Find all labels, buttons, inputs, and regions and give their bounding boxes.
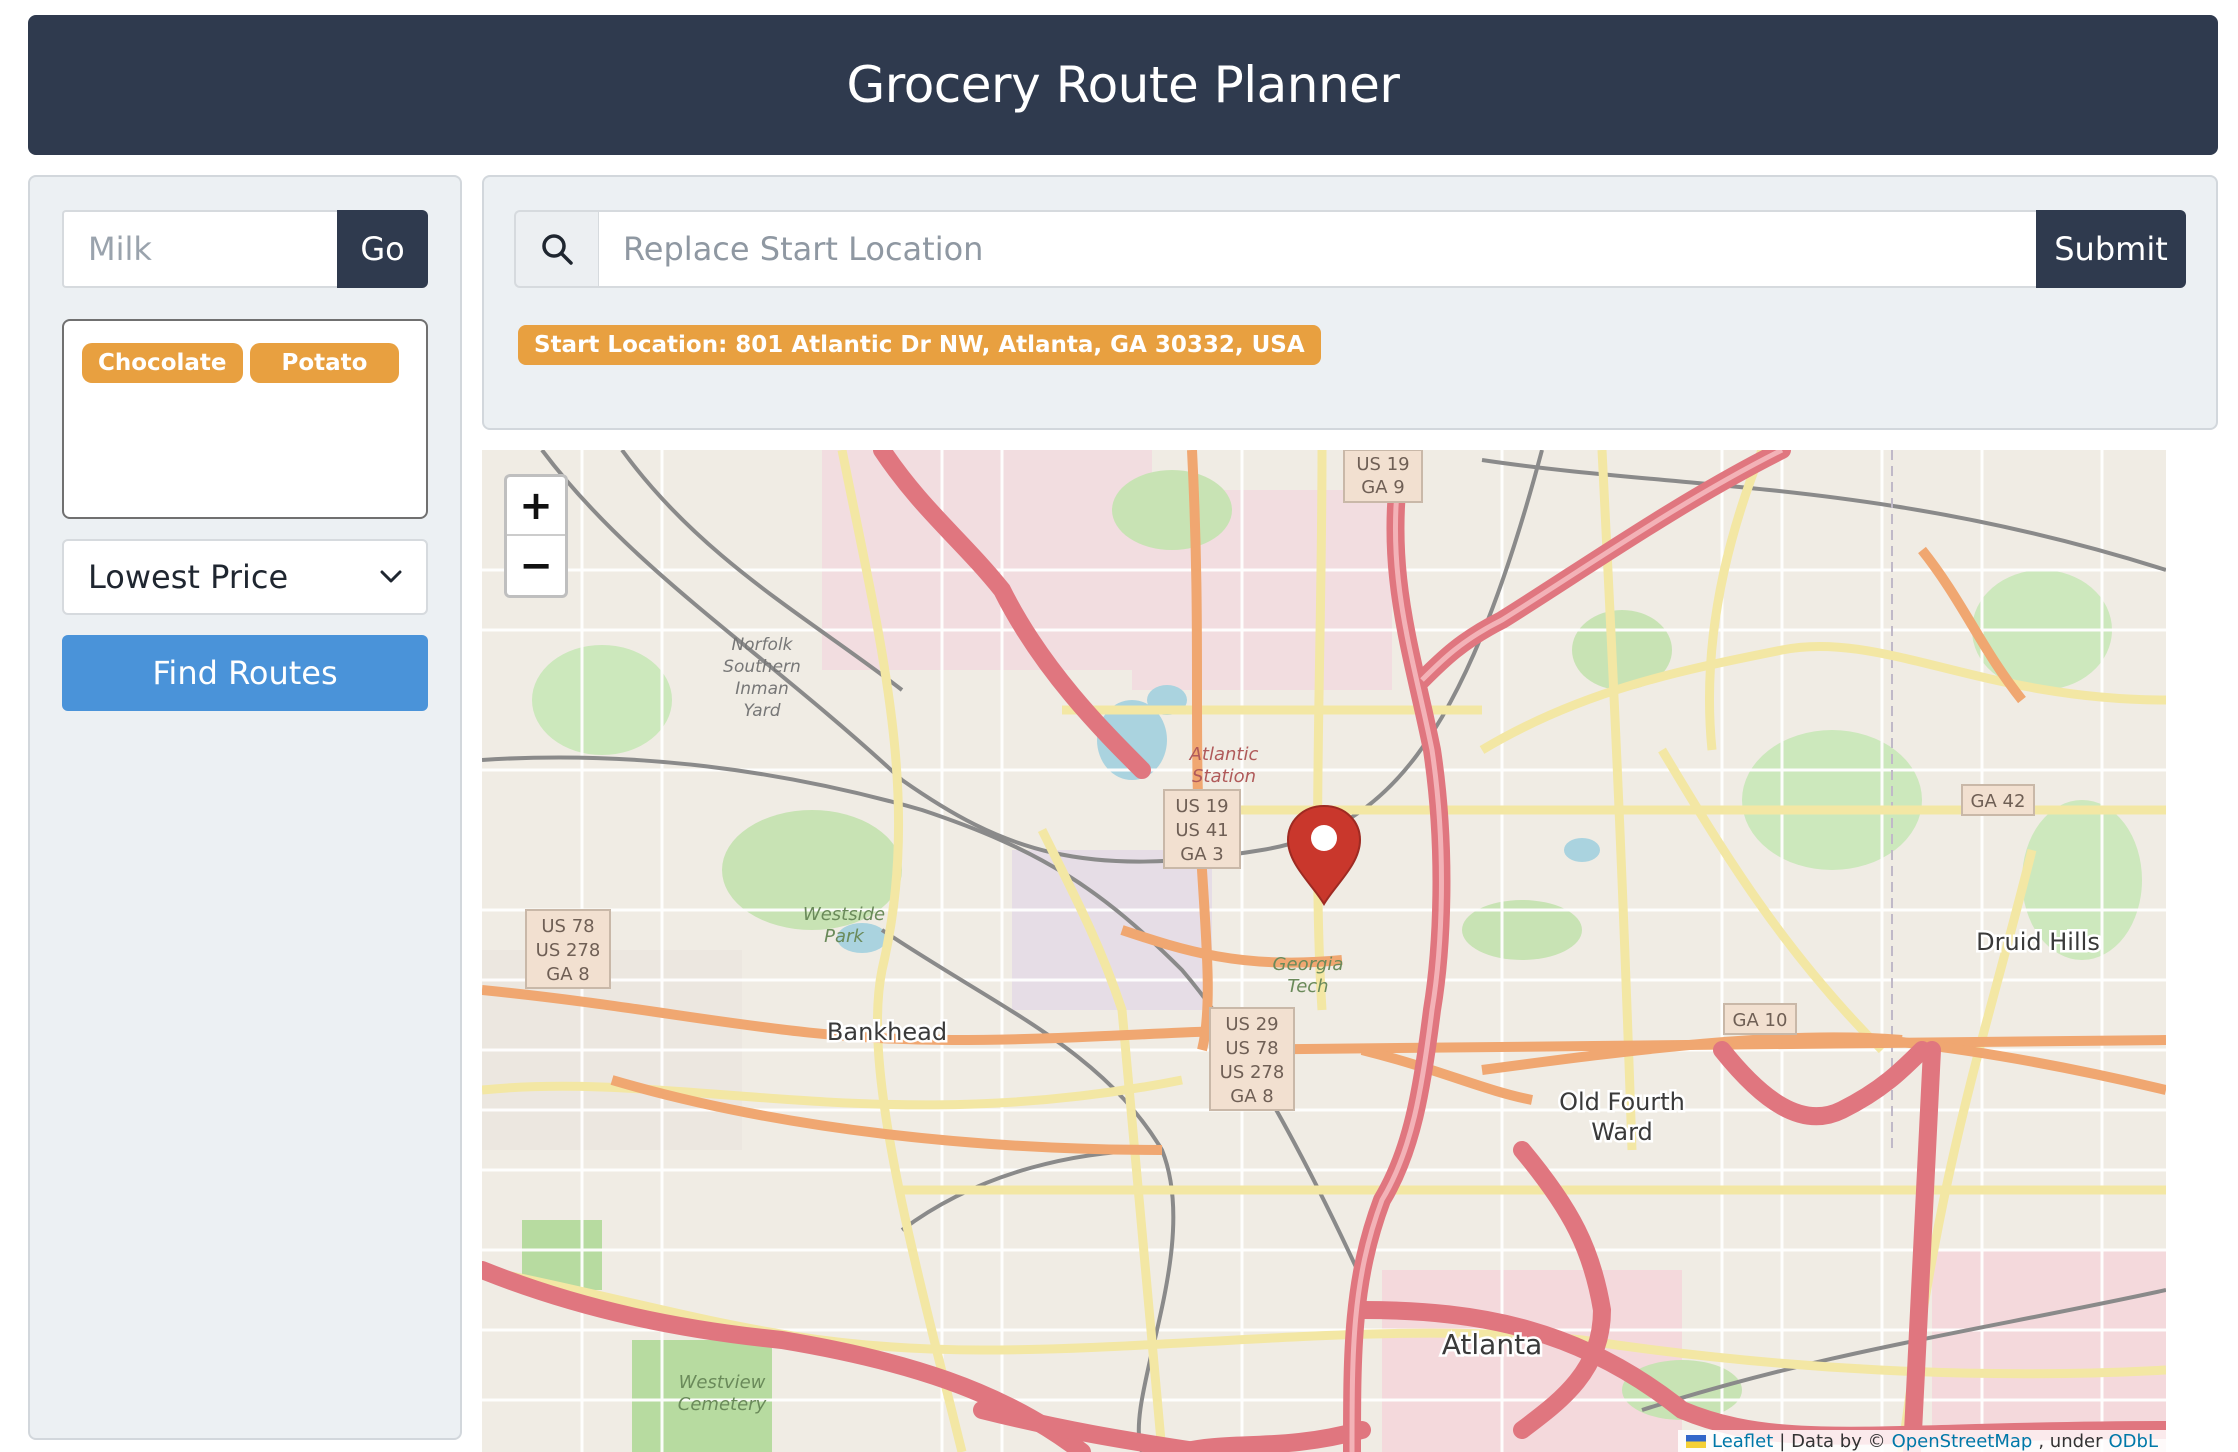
map-label: Bankhead [827,1018,947,1046]
map-label: US 29 [1225,1014,1278,1035]
map-label: US 78 [541,916,594,937]
map-label: Georgia [1273,954,1344,975]
map-label: US 41 [1175,820,1228,841]
map-label: US 78 [1225,1038,1278,1059]
app-header: Grocery Route Planner [28,15,2218,155]
map-label: Southern [723,657,801,677]
map-label: Yard [743,701,780,721]
item-search-input[interactable] [62,210,337,288]
chevron-down-icon [380,570,402,583]
map-label: US 278 [536,940,601,961]
item-tag[interactable]: Potato [249,343,400,383]
map-label: Station [1192,766,1256,787]
odbl-link[interactable]: ODbL [2109,1431,2158,1452]
map-label: Westview [679,1372,766,1393]
map-label: GA 10 [1733,1010,1788,1031]
map-label: GA 8 [546,964,589,985]
map-label: Westside [803,904,885,925]
sort-select[interactable]: Lowest Price [62,539,428,615]
map-label: GA 3 [1180,844,1223,865]
zoom-in-button[interactable]: + [507,477,565,536]
page-title: Grocery Route Planner [846,56,1400,114]
item-list: Chocolate Potato [62,319,428,519]
attribution-text: | Data by © [1779,1430,1886,1452]
ukraine-flag-icon [1685,1434,1706,1448]
map-label: Atlantic [1189,744,1259,765]
item-panel: Go Chocolate Potato Lowest Price Find Ro… [28,175,462,1440]
attribution-text: , under [2038,1430,2103,1452]
map-label: Cemetery [678,1394,767,1415]
go-button[interactable]: Go [337,210,428,288]
start-location-input[interactable] [598,210,2036,288]
zoom-out-button[interactable]: − [507,536,565,595]
map-label: Inman [735,679,789,699]
map[interactable]: US 19 GA 9 US 19 US 41 GA 3 US 78 US 278… [482,450,2166,1452]
map-label: Park [824,926,865,947]
search-icon [542,234,573,265]
map-label: US 19 [1175,796,1228,817]
submit-button[interactable]: Submit [2036,210,2186,288]
location-search-group: Submit [514,210,2186,288]
map-attribution: Leaflet | Data by © OpenStreetMap , unde… [1677,1430,2166,1452]
find-routes-button[interactable]: Find Routes [62,635,428,711]
osm-link[interactable]: OpenStreetMap [1892,1431,2033,1452]
zoom-control: + − [504,474,568,598]
item-tag[interactable]: Chocolate [82,343,243,383]
leaflet-link[interactable]: Leaflet [1712,1431,1773,1452]
location-panel: Submit Start Location: 801 Atlantic Dr N… [482,175,2218,430]
map-label: Ward [1591,1118,1653,1146]
map-label: Old Fourth [1559,1088,1685,1116]
map-label: Tech [1287,976,1328,997]
map-label: Druid Hills [1976,928,2100,956]
sort-select-value: Lowest Price [88,558,289,596]
map-label: Norfolk [731,635,793,655]
item-search-group: Go [62,210,428,288]
map-tiles[interactable]: US 19 GA 9 US 19 US 41 GA 3 US 78 US 278… [482,450,2166,1452]
map-label: GA 42 [1971,791,2026,812]
start-location-badge: Start Location: 801 Atlantic Dr NW, Atla… [518,325,1321,365]
search-addon [514,210,598,288]
map-label: GA 9 [1361,477,1404,498]
map-label: US 19 [1356,454,1409,475]
map-label: Atlanta [1442,1328,1542,1361]
map-label: US 278 [1220,1062,1285,1083]
map-label: GA 8 [1230,1086,1273,1107]
